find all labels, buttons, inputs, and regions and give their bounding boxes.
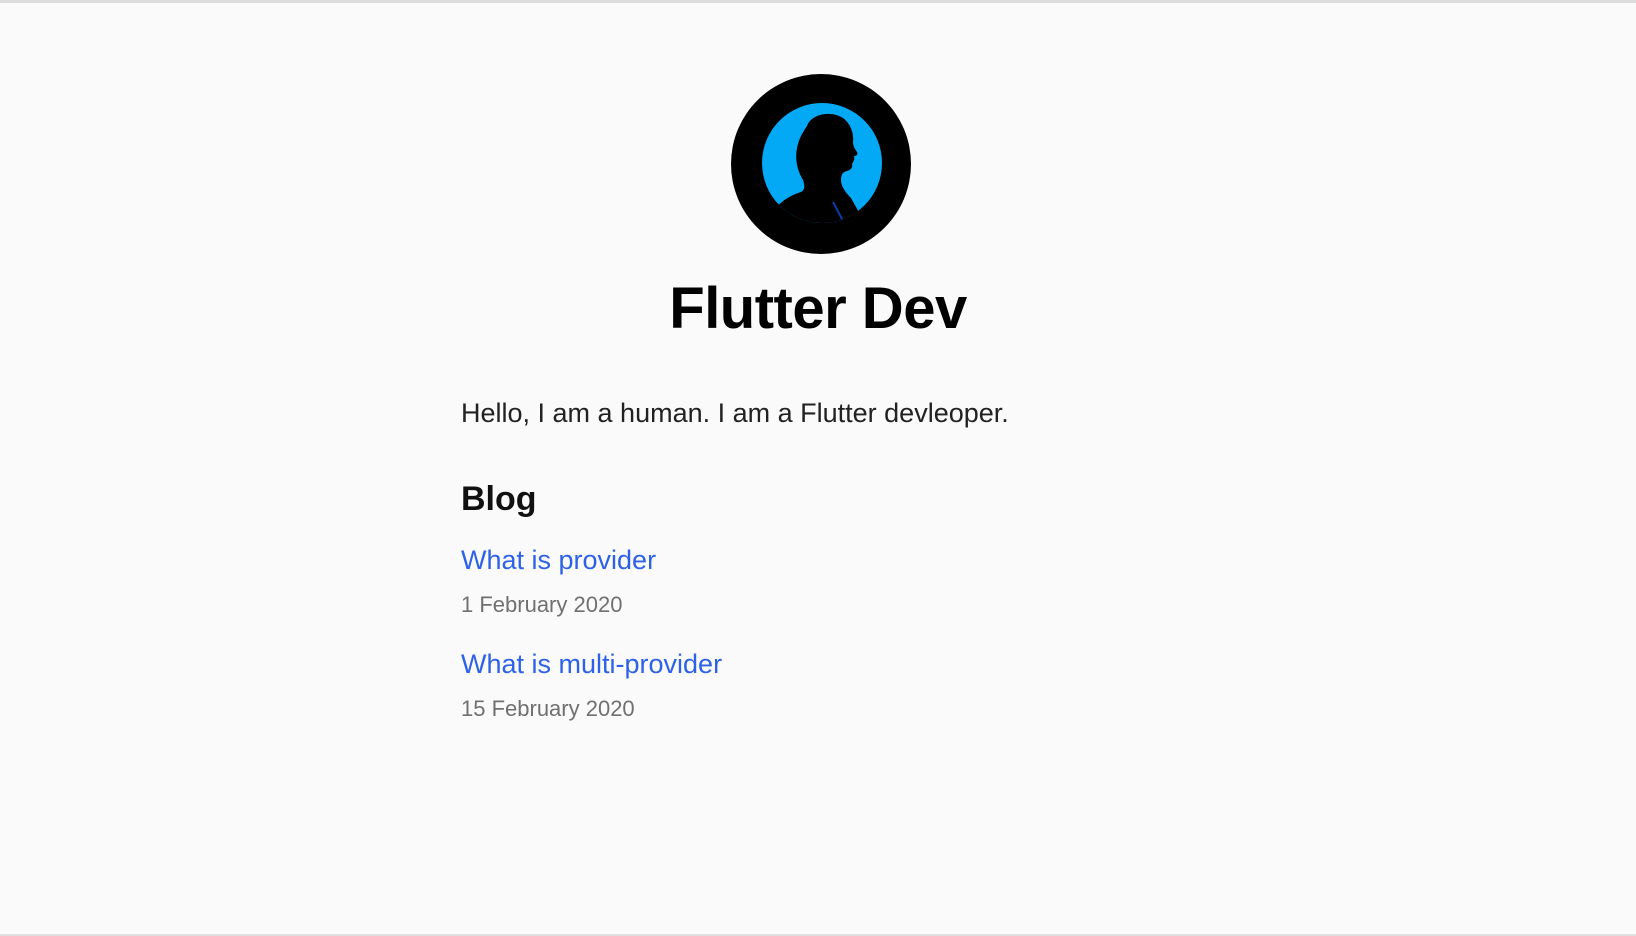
blog-post-item: What is multi-provider 15 February 2020 <box>461 642 1181 726</box>
profile-content: Hello, I am a human. I am a Flutter devl… <box>461 390 1181 726</box>
blog-post-link[interactable]: What is provider <box>461 538 656 582</box>
profile-avatar <box>731 74 911 254</box>
blog-post-item: What is provider 1 February 2020 <box>461 538 1181 622</box>
profile-bio: Hello, I am a human. I am a Flutter devl… <box>461 398 1009 428</box>
blog-post-date: 1 February 2020 <box>461 592 623 617</box>
window-top-border <box>0 0 1636 3</box>
blog-heading: Blog <box>461 480 537 518</box>
blog-post-link[interactable]: What is multi-provider <box>461 642 722 686</box>
blog-post-date: 15 February 2020 <box>461 696 635 721</box>
profile-name: Flutter Dev <box>669 276 967 341</box>
person-silhouette-icon <box>731 74 911 254</box>
